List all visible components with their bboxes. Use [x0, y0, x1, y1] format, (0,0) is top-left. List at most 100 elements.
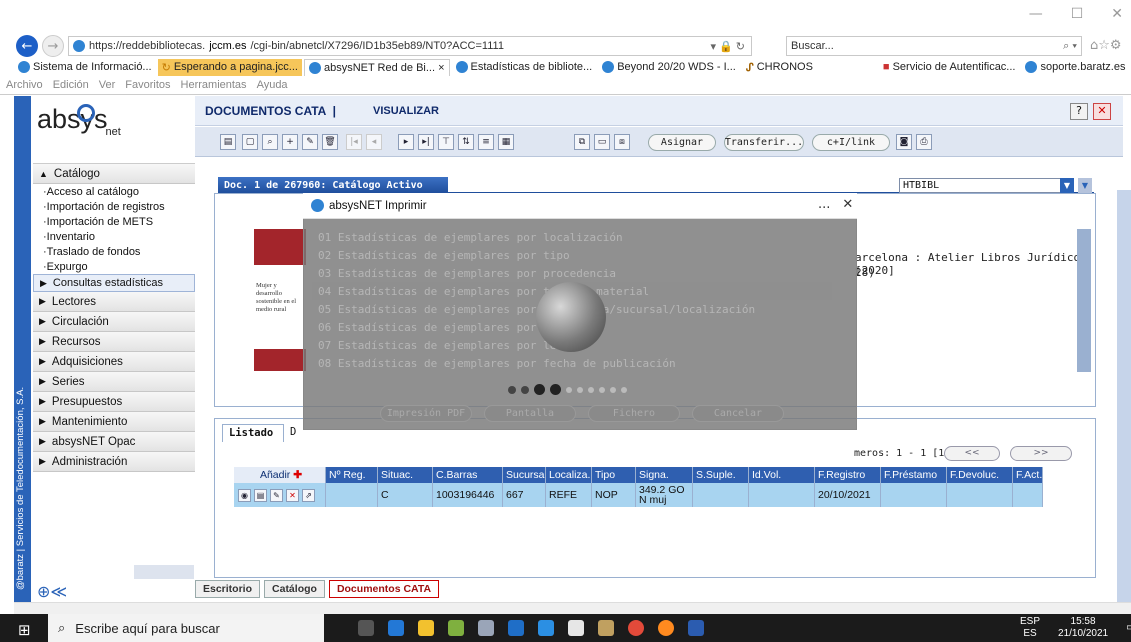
firefox-icon[interactable] — [658, 620, 674, 636]
menu-item[interactable]: · Expurgo — [33, 259, 195, 274]
column-header[interactable]: C.Barras — [433, 467, 503, 483]
tab-documentos-cata[interactable]: Documentos CATA — [328, 580, 440, 598]
tab-estadisticas[interactable]: Estadísticas de bibliote... — [452, 59, 597, 75]
tab-esperando[interactable]: ↻ Esperando a pagina.jcc... — [157, 58, 302, 76]
ie-icon[interactable] — [538, 620, 554, 636]
database-select[interactable]: HTBIBL — [899, 178, 1074, 193]
tab-beyond[interactable]: Beyond 20/20 WDS - I... — [598, 59, 740, 75]
prev-page-button[interactable]: << — [944, 446, 1000, 461]
chrome-icon[interactable] — [628, 620, 644, 636]
menu-presupuestos[interactable]: ▶ Presupuestos — [33, 392, 195, 412]
tab-listado[interactable]: Listado — [222, 424, 284, 442]
search-icon[interactable]: ⌕ — [262, 134, 278, 150]
menu-circulacion[interactable]: ▶ Circulación — [33, 312, 195, 332]
menu-item[interactable]: · Importación de METS — [33, 214, 195, 229]
sort-icon[interactable]: ⇅ — [458, 134, 474, 150]
dialog-close-button[interactable]: ✕ — [842, 197, 853, 212]
list-item[interactable]: 01 Estadísticas de ejemplares por locali… — [312, 228, 832, 246]
column-header[interactable]: Sucursal — [503, 467, 546, 483]
favorites-icons[interactable]: ⌂☆⚙ — [1090, 38, 1122, 53]
menu-edicion[interactable]: Edición — [53, 79, 89, 91]
explorer-icon[interactable] — [418, 620, 434, 636]
column-header[interactable]: Situac. — [378, 467, 433, 483]
menu-series[interactable]: ▶ Series — [33, 372, 195, 392]
minimize-icon[interactable]: — — [1029, 6, 1043, 22]
next-icon[interactable]: ▸ — [398, 134, 414, 150]
browser-search-input[interactable]: Buscar... ⌕ ▾ — [786, 36, 1082, 56]
delete-icon[interactable]: 🗑 — [322, 134, 338, 150]
back-icon[interactable]: ← — [16, 35, 38, 57]
list-item[interactable]: 03 Estadísticas de ejemplares por proced… — [312, 264, 832, 282]
tab-catalogo[interactable]: Catálogo — [264, 580, 325, 598]
prev-icon[interactable]: ◂ — [366, 134, 382, 150]
menu-herramientas[interactable]: Herramientas — [181, 79, 247, 91]
search-icon[interactable]: ⌕ ▾ — [1063, 40, 1081, 53]
notifications-icon[interactable]: ▭21 — [1126, 622, 1131, 635]
collapse-panel-icon[interactable]: ⊕≪ — [37, 582, 67, 601]
first-icon[interactable]: |◂ — [346, 134, 362, 150]
close-button[interactable]: ✕ — [1093, 103, 1111, 120]
column-header[interactable]: F.Registro — [815, 467, 881, 483]
store-icon[interactable] — [388, 620, 404, 636]
tab-detalle[interactable]: D — [284, 424, 304, 442]
menu-catalogo[interactable]: ▲ Catálogo — [33, 164, 195, 184]
screen-button[interactable]: Pantalla — [484, 405, 576, 422]
language-indicator[interactable]: ESP ES — [1020, 616, 1040, 640]
transferir-button[interactable]: Transferir... — [724, 134, 804, 151]
menu-item[interactable]: · Acceso al catálogo — [33, 184, 195, 199]
list-icon[interactable]: ≡ — [478, 134, 494, 150]
column-header[interactable]: Localiza. — [546, 467, 592, 483]
column-header[interactable]: F.Act. — [1013, 467, 1043, 483]
link-button[interactable]: c+I/link — [812, 134, 890, 151]
menu-recursos[interactable]: ▶ Recursos — [33, 332, 195, 352]
view-icon[interactable]: ▢ — [242, 134, 258, 150]
edit-icon[interactable]: ✎ — [302, 134, 318, 150]
app-icon[interactable] — [448, 620, 464, 636]
copy-icon[interactable]: ⧉ — [574, 134, 590, 150]
table-row[interactable]: ◉ ▤ ✎ ✕ ⇗ C 1003196446 667 REFE NOP 349.… — [234, 483, 1043, 507]
menu-mantenimiento[interactable]: ▶ Mantenimiento — [33, 412, 195, 432]
tab-servicio[interactable]: ■ Servicio de Autentificac... — [879, 59, 1020, 75]
app-icon[interactable] — [478, 620, 494, 636]
tab-sistema[interactable]: Sistema de Informació... — [14, 59, 156, 75]
menu-item-consultas[interactable]: ▶ Consultas estadísticas — [33, 274, 195, 292]
horizontal-scrollbar[interactable] — [14, 602, 1131, 614]
view-row-icon[interactable]: ◉ — [238, 488, 251, 502]
paste-icon[interactable]: ▭ — [594, 134, 610, 150]
maximize-icon[interactable]: ☐ — [1071, 6, 1084, 22]
menu-ver[interactable]: Ver — [99, 79, 116, 91]
task-view-icon[interactable] — [358, 620, 374, 636]
list-item[interactable]: 08 Estadísticas de ejemplares por fecha … — [312, 354, 832, 372]
menu-item[interactable]: · Traslado de fondos — [33, 244, 195, 259]
add-item-button[interactable]: Añadir ✚ — [234, 467, 326, 483]
help-button[interactable]: ? — [1070, 103, 1088, 120]
column-header[interactable]: S.Suple. — [693, 467, 749, 483]
menu-ayuda[interactable]: Ayuda — [257, 79, 288, 91]
duplicate-icon[interactable]: ⧈ — [614, 134, 630, 150]
menu-opac[interactable]: ▶ absysNET Opac — [33, 432, 195, 452]
detail-row-icon[interactable]: ▤ — [254, 488, 267, 502]
vertical-scrollbar[interactable] — [1077, 229, 1091, 372]
word-icon[interactable] — [688, 620, 704, 636]
list-item[interactable]: 02 Estadísticas de ejemplares por tipo — [312, 246, 832, 264]
menu-item[interactable]: · Inventario — [33, 229, 195, 244]
notepad-icon[interactable] — [568, 620, 584, 636]
file-button[interactable]: Fichero — [588, 405, 680, 422]
close-icon[interactable]: ✕ — [1111, 6, 1123, 22]
outlook-icon[interactable] — [508, 620, 524, 636]
column-header[interactable]: Signa. — [636, 467, 693, 483]
menu-administracion[interactable]: ▶ Administración — [33, 452, 195, 472]
tab-chronos[interactable]: ᔑ CHRONOS — [742, 59, 817, 76]
tab-escritorio[interactable]: Escritorio — [195, 580, 261, 598]
menu-adquisiciones[interactable]: ▶ Adquisiciones — [33, 352, 195, 372]
next-page-button[interactable]: >> — [1010, 446, 1072, 461]
address-bar[interactable]: https://reddebibliotecas. jccm.es/cgi-bin… — [68, 36, 752, 56]
menu-archivo[interactable]: Archivo — [6, 79, 43, 91]
print-icon[interactable]: ⎙ — [916, 134, 932, 150]
menu-item[interactable]: · Importación de registros — [33, 199, 195, 214]
dialog-minimize-button[interactable]: ... — [818, 197, 830, 212]
filter-icon[interactable]: ⊤ — [438, 134, 454, 150]
column-header[interactable]: Nº Reg. — [326, 467, 378, 483]
last-icon[interactable]: ▸| — [418, 134, 434, 150]
tab-absysnet[interactable]: absysNET Red de Bi... × — [303, 58, 450, 76]
